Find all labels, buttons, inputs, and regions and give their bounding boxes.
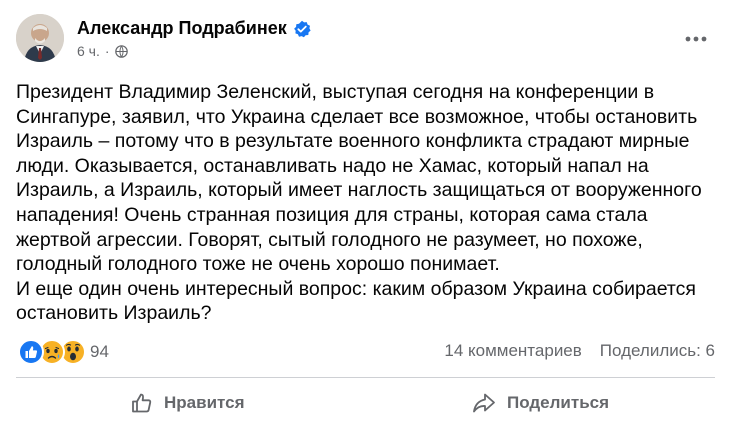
reactions-summary[interactable]: 94 [18, 338, 109, 366]
post-time[interactable]: 6 ч. [77, 43, 100, 59]
verified-badge-icon [293, 20, 311, 38]
more-options-button[interactable] [681, 24, 711, 54]
share-arrow-icon [473, 393, 495, 413]
thumbs-up-icon [132, 393, 152, 413]
reaction-icons [18, 338, 88, 366]
globe-icon[interactable] [114, 44, 128, 58]
meta-separator: · [104, 43, 110, 59]
shares-count-link[interactable]: Поделились: 6 [600, 341, 715, 361]
author-name[interactable]: Александр Подрабинек [77, 18, 287, 39]
share-button[interactable]: Поделиться [471, 386, 609, 420]
share-button-label: Поделиться [507, 393, 610, 412]
post-text: Президент Владимир Зеленский, выступая с… [16, 81, 702, 325]
author-avatar[interactable] [16, 14, 64, 62]
post-card: Александр Подрабинек 6 ч. · Президент Вл… [0, 0, 731, 424]
actions-divider [16, 377, 715, 378]
author-name-row: Александр Подрабинек [77, 18, 311, 39]
avatar-image [16, 14, 64, 62]
like-button-label: Нравится [164, 393, 245, 412]
reaction-count: 94 [90, 342, 109, 361]
post-meta: 6 ч. · [77, 43, 128, 59]
more-dots-icon [685, 36, 707, 42]
post-stats: 14 комментариев Поделились: 6 [444, 341, 715, 361]
comments-count-link[interactable]: 14 комментариев [444, 341, 581, 361]
like-reaction-icon [18, 339, 44, 365]
like-button[interactable]: Нравится [130, 386, 245, 420]
